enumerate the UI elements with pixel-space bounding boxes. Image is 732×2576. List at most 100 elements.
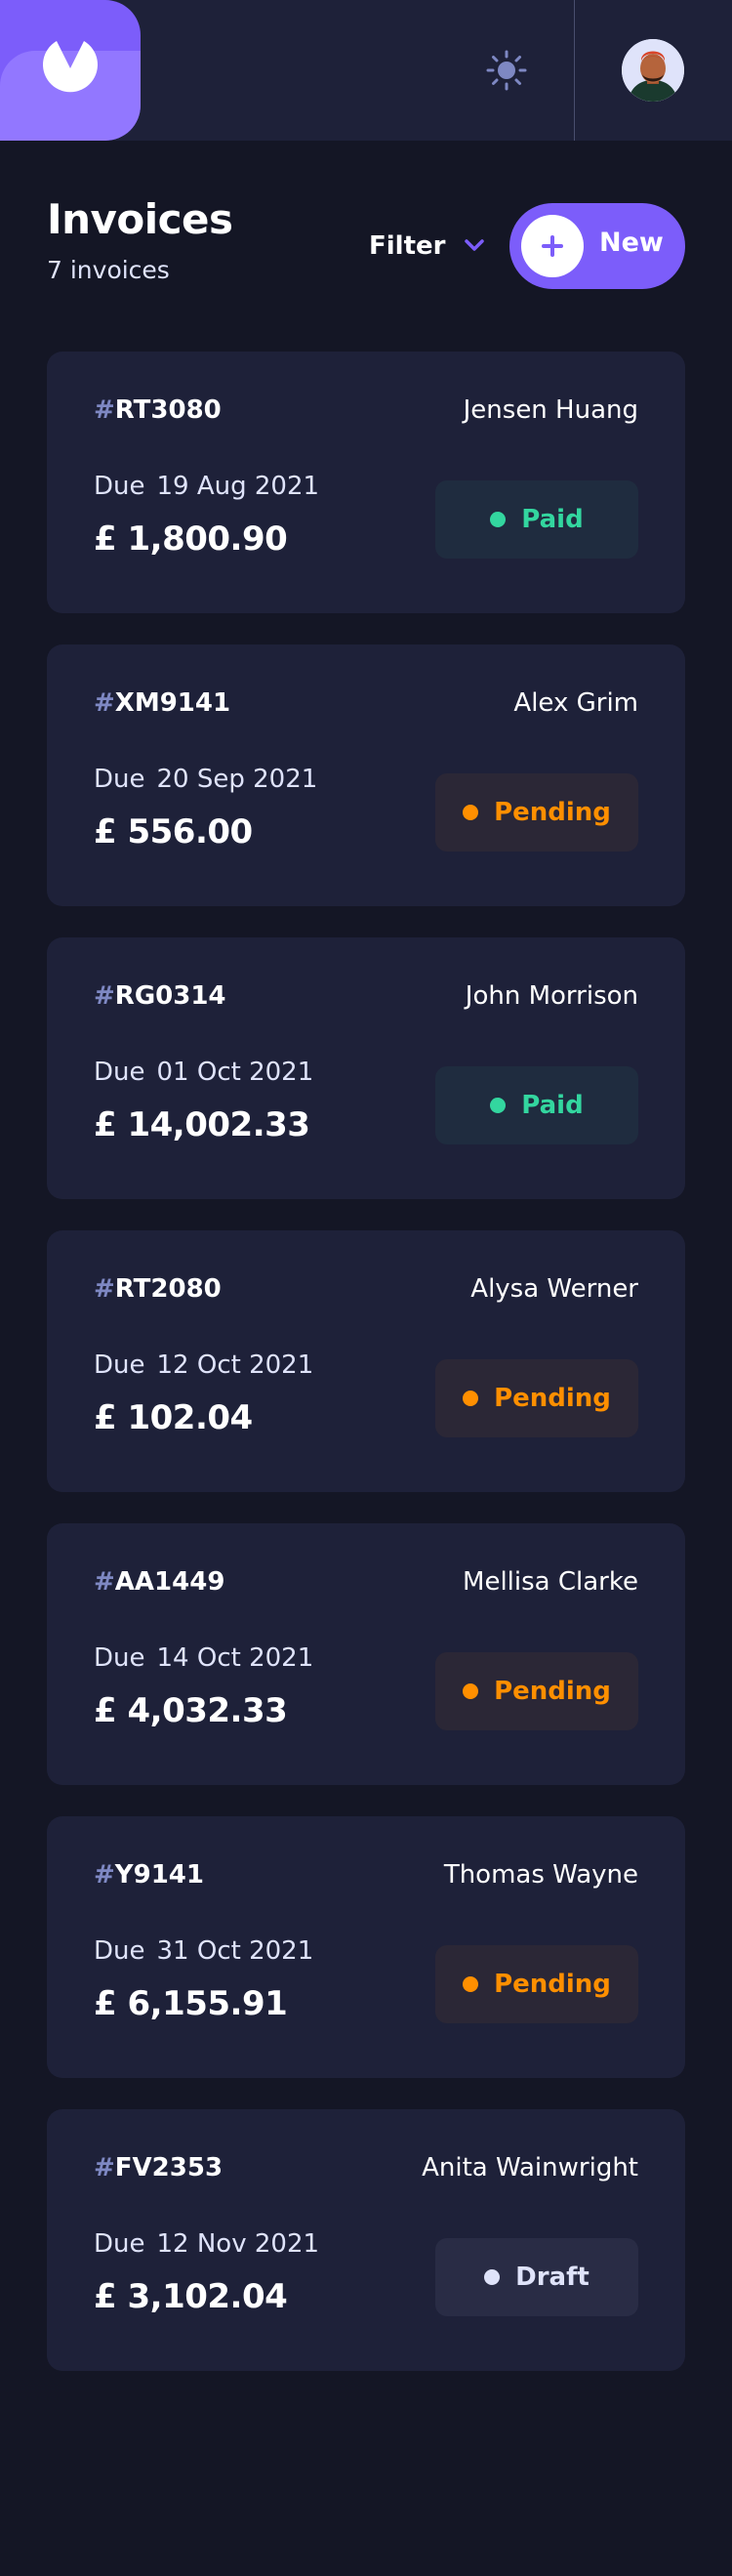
- due-prefix: Due: [94, 1058, 145, 1087]
- status-label: Pending: [494, 798, 611, 827]
- invoice-count: 7 invoices: [47, 256, 170, 284]
- invoice-id: #RT2080: [94, 1274, 222, 1304]
- invoice-list: #RT3080 Jensen Huang Due 19 Aug 2021 £ 1,…: [47, 352, 685, 2402]
- new-invoice-button[interactable]: New: [509, 203, 685, 289]
- status-dot-icon: [463, 1391, 479, 1406]
- brand-logo[interactable]: [0, 0, 141, 141]
- invoice-id-value: RT3080: [114, 395, 222, 425]
- invoice-amount: £ 14,002.33: [94, 1105, 310, 1144]
- invoice-id: #Y9141: [94, 1860, 204, 1890]
- invoice-id-value: Y9141: [114, 1860, 204, 1890]
- status-badge: Pending: [435, 773, 638, 852]
- due-date: Due 12 Oct 2021: [94, 1350, 313, 1380]
- status-dot-icon: [490, 512, 507, 527]
- invoice-card[interactable]: #AA1449 Mellisa Clarke Due 14 Oct 2021 £ …: [47, 1523, 685, 1785]
- status-badge: Pending: [435, 1359, 638, 1437]
- due-prefix: Due: [94, 1936, 145, 1966]
- due-prefix: Due: [94, 765, 145, 794]
- due-date-value: 12 Nov 2021: [156, 2229, 320, 2259]
- due-date: Due 19 Aug 2021: [94, 472, 319, 501]
- invoice-card[interactable]: #RT2080 Alysa Werner Due 12 Oct 2021 £ 10…: [47, 1230, 685, 1492]
- invoice-id: #FV2353: [94, 2153, 223, 2182]
- status-dot-icon: [484, 2269, 501, 2285]
- new-button-label: New: [599, 228, 664, 258]
- invoice-id-hash: #: [94, 395, 115, 425]
- invoice-amount: £ 3,102.04: [94, 2277, 288, 2316]
- invoice-id: #XM9141: [94, 688, 230, 718]
- status-badge: Paid: [435, 480, 638, 559]
- client-name: Alysa Werner: [470, 1274, 638, 1304]
- client-name: Mellisa Clarke: [463, 1567, 638, 1597]
- due-date-value: 01 Oct 2021: [156, 1058, 314, 1087]
- invoice-id-value: FV2353: [114, 2153, 224, 2182]
- status-dot-icon: [490, 1098, 507, 1113]
- status-badge: Pending: [435, 1652, 638, 1730]
- top-bar: [0, 0, 732, 141]
- due-prefix: Due: [94, 1643, 145, 1673]
- invoice-id-hash: #: [94, 1274, 115, 1304]
- invoice-card[interactable]: #XM9141 Alex Grim Due 20 Sep 2021 £ 556.0…: [47, 644, 685, 906]
- status-dot-icon: [463, 805, 479, 820]
- plus-icon-container: [521, 215, 584, 277]
- status-dot-icon: [463, 1976, 479, 1992]
- due-date: Due 12 Nov 2021: [94, 2229, 319, 2259]
- page: Invoices 7 invoices Filter New #RT3080 J…: [0, 0, 732, 2576]
- invoice-amount: £ 4,032.33: [94, 1691, 288, 1730]
- status-label: Paid: [521, 1091, 584, 1120]
- sun-icon[interactable]: [485, 49, 528, 92]
- filter-label: Filter: [369, 231, 446, 261]
- due-date: Due 20 Sep 2021: [94, 765, 317, 794]
- status-label: Pending: [494, 1677, 611, 1706]
- due-date-value: 14 Oct 2021: [156, 1643, 314, 1673]
- invoice-id-hash: #: [94, 688, 115, 718]
- invoice-id-value: XM9141: [114, 688, 231, 718]
- invoice-amount: £ 102.04: [94, 1398, 253, 1437]
- status-label: Paid: [521, 505, 584, 534]
- client-name: Jensen Huang: [463, 395, 638, 425]
- status-label: Pending: [494, 1970, 611, 1999]
- status-label: Draft: [515, 2263, 590, 2292]
- status-badge: Pending: [435, 1945, 638, 2023]
- invoice-id: #AA1449: [94, 1567, 224, 1597]
- header-divider: [574, 0, 575, 141]
- invoice-amount: £ 556.00: [94, 812, 253, 852]
- invoice-id: #RT3080: [94, 395, 222, 425]
- due-date-value: 12 Oct 2021: [156, 1350, 314, 1380]
- due-prefix: Due: [94, 472, 145, 501]
- client-name: Alex Grim: [513, 688, 638, 718]
- invoice-card[interactable]: #FV2353 Anita Wainwright Due 12 Nov 2021 …: [47, 2109, 685, 2371]
- due-date-value: 20 Sep 2021: [156, 765, 318, 794]
- invoice-card[interactable]: #Y9141 Thomas Wayne Due 31 Oct 2021 £ 6,1…: [47, 1816, 685, 2078]
- client-name: John Morrison: [465, 981, 638, 1011]
- due-date-value: 19 Aug 2021: [156, 472, 320, 501]
- invoice-amount: £ 1,800.90: [94, 519, 288, 559]
- client-name: Thomas Wayne: [443, 1860, 638, 1890]
- due-date-value: 31 Oct 2021: [156, 1936, 314, 1966]
- user-avatar-icon: [622, 39, 684, 102]
- status-dot-icon: [463, 1683, 479, 1699]
- invoice-id-hash: #: [94, 2153, 115, 2182]
- invoice-amount: £ 6,155.91: [94, 1984, 288, 2023]
- invoice-id-value: AA1449: [114, 1567, 225, 1597]
- invoice-id-hash: #: [94, 1860, 115, 1890]
- chevron-down-icon: [465, 239, 485, 251]
- avatar[interactable]: [622, 39, 684, 102]
- status-badge: Draft: [435, 2238, 638, 2316]
- invoice-id-value: RG0314: [114, 981, 226, 1011]
- due-prefix: Due: [94, 1350, 145, 1380]
- invoice-card[interactable]: #RT3080 Jensen Huang Due 19 Aug 2021 £ 1,…: [47, 352, 685, 613]
- invoice-card[interactable]: #RG0314 John Morrison Due 01 Oct 2021 £ 1…: [47, 937, 685, 1199]
- client-name: Anita Wainwright: [422, 2153, 638, 2182]
- due-date: Due 01 Oct 2021: [94, 1058, 313, 1087]
- invoice-id-value: RT2080: [114, 1274, 222, 1304]
- due-date: Due 14 Oct 2021: [94, 1643, 313, 1673]
- filter-dropdown[interactable]: Filter: [369, 227, 485, 266]
- due-prefix: Due: [94, 2229, 145, 2259]
- page-title: Invoices: [47, 195, 233, 243]
- due-date: Due 31 Oct 2021: [94, 1936, 313, 1966]
- brand-logo-icon: [43, 41, 99, 93]
- invoice-id-hash: #: [94, 1567, 115, 1597]
- status-label: Pending: [494, 1384, 611, 1413]
- status-badge: Paid: [435, 1066, 638, 1144]
- plus-icon: [542, 235, 563, 257]
